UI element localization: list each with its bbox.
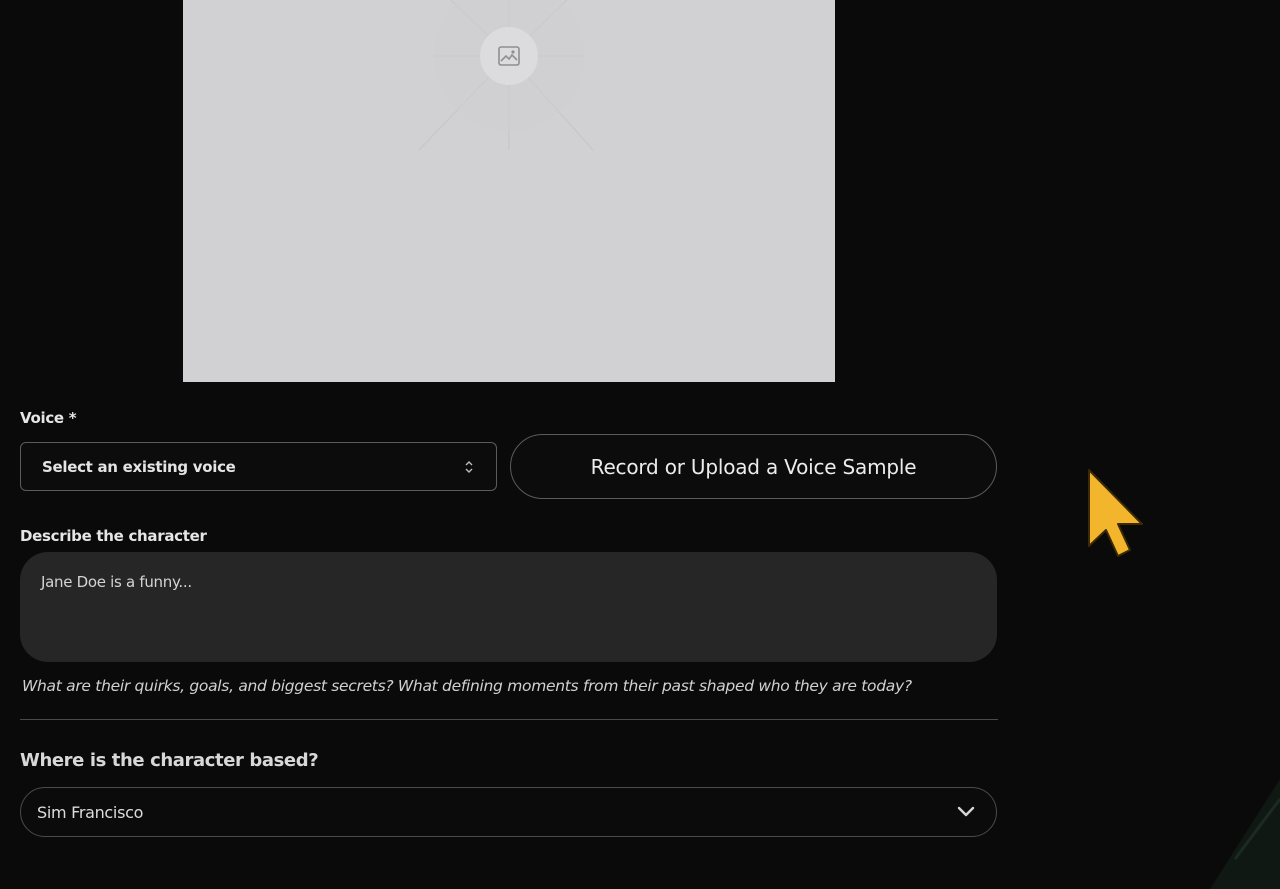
image-icon-wrapper[interactable] — [480, 27, 538, 85]
description-placeholder: Jane Doe is a funny... — [41, 573, 192, 591]
describe-character-label: Describe the character — [20, 527, 207, 545]
voice-select-value: Select an existing voice — [42, 457, 236, 476]
create-character-form: Voice * Select an existing voice Record … — [0, 0, 1280, 889]
record-upload-voice-button[interactable]: Record or Upload a Voice Sample — [510, 434, 997, 499]
mouse-cursor-icon — [1088, 469, 1143, 557]
chevron-down-icon — [957, 806, 975, 817]
location-select[interactable]: Sim Francisco — [20, 787, 997, 837]
location-label: Where is the character based? — [20, 750, 319, 771]
location-select-value: Sim Francisco — [37, 802, 144, 822]
section-divider — [20, 719, 998, 720]
voice-select[interactable]: Select an existing voice — [20, 442, 497, 491]
image-upload-area[interactable] — [183, 0, 835, 382]
sort-arrows-icon — [465, 461, 473, 473]
image-icon — [498, 46, 520, 66]
corner-decoration — [1210, 779, 1280, 889]
description-helper-text: What are their quirks, goals, and bigges… — [22, 677, 912, 695]
character-description-textarea[interactable]: Jane Doe is a funny... — [20, 552, 997, 662]
voice-label: Voice * — [20, 409, 77, 427]
